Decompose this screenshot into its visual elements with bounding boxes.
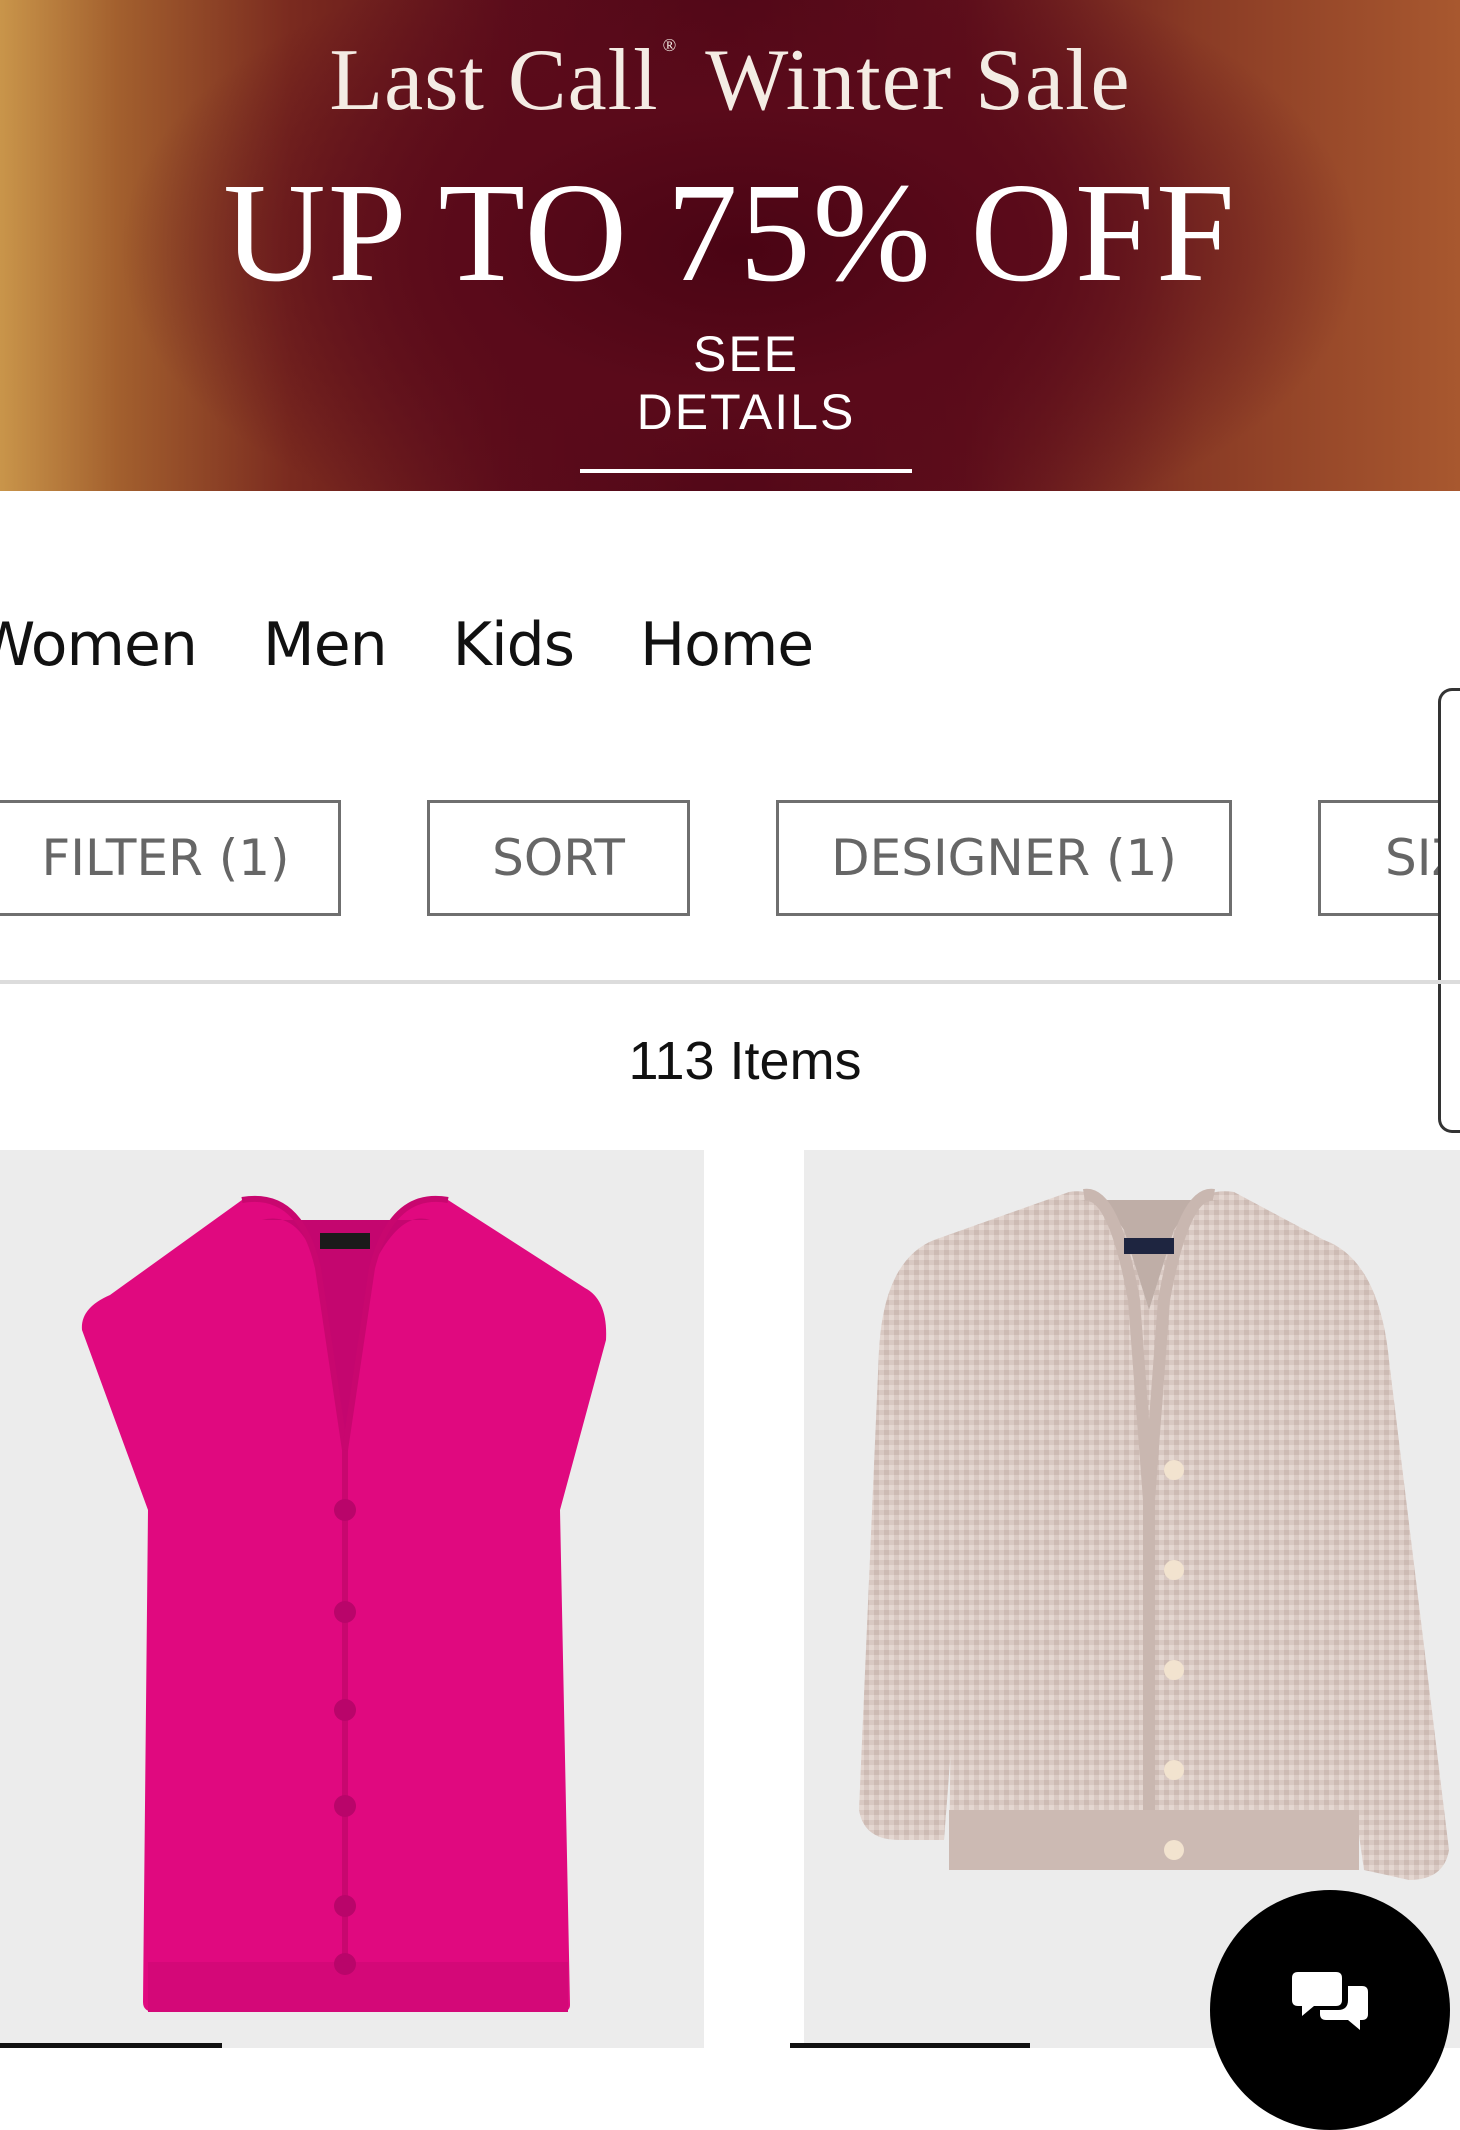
category-women[interactable]: Women	[0, 610, 198, 690]
category-men[interactable]: Men	[263, 610, 388, 690]
product-divider	[790, 2043, 1030, 2048]
promo-banner[interactable]: Last Call ® Winter Sale UP TO 75% OFF SEE …	[0, 0, 1460, 491]
chat-bubbles-icon	[1292, 1972, 1368, 2030]
product-divider	[0, 2043, 222, 2048]
product-image-magenta-vest	[81, 1195, 607, 2012]
banner-headline: UP TO 75% OFF	[223, 153, 1237, 311]
category-home[interactable]: Home	[640, 610, 814, 690]
item-count: 113 Items	[628, 1031, 862, 1091]
filter-button[interactable]: FILTER (1)	[0, 800, 341, 916]
see-details-link[interactable]: SEE DETAILS	[580, 325, 912, 473]
banner-title: Last Call ® Winter Sale	[0, 30, 1460, 131]
sort-button[interactable]: SORT	[427, 800, 690, 916]
divider	[0, 980, 1460, 984]
product-card-magenta-vest[interactable]	[0, 1150, 704, 2048]
chat-button[interactable]	[1210, 1890, 1450, 2130]
designer-filter-button[interactable]: DESIGNER (1)	[776, 800, 1232, 916]
category-kids[interactable]: Kids	[453, 610, 575, 690]
banner-title-part1: Last Call	[329, 32, 659, 129]
registered-mark: ®	[662, 35, 678, 55]
category-nav: Women Men Kids Home	[0, 610, 814, 690]
banner-title-part2: Winter Sale	[705, 32, 1131, 129]
